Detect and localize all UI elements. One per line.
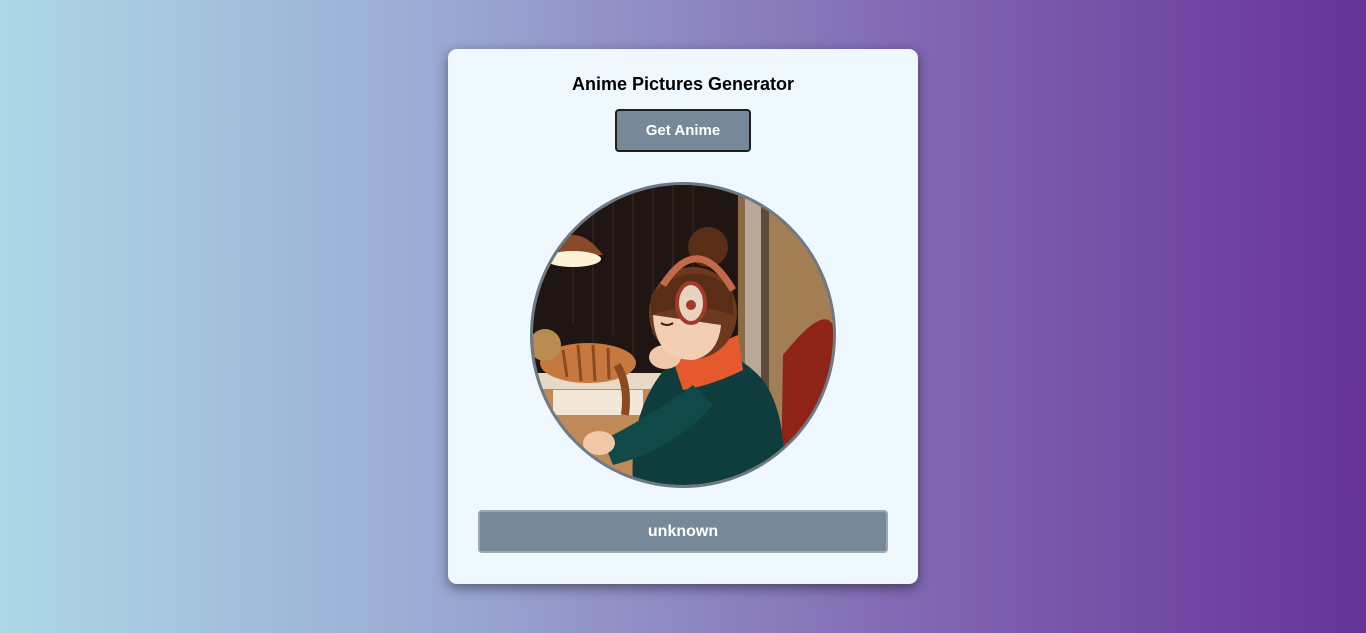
generator-card: Anime Pictures Generator Get Anime unkno… <box>448 49 918 584</box>
anime-image-container <box>530 182 836 488</box>
page-title: Anime Pictures Generator <box>571 74 795 94</box>
anime-name-display: unknown <box>478 510 888 553</box>
anime-image <box>533 185 833 485</box>
get-anime-button[interactable]: Get Anime <box>615 109 751 152</box>
